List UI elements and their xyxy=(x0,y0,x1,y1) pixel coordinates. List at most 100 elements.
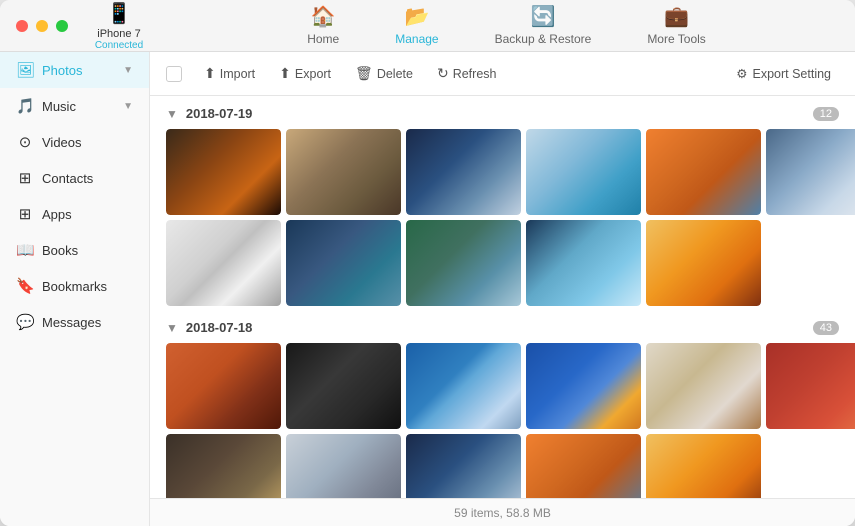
date-header-2: ▼ 2018-07-18 43 xyxy=(166,320,839,335)
export-setting-button[interactable]: ⚙ Export Setting xyxy=(728,61,839,86)
titlebar: 📱 iPhone 7 Connected 🏠 Home 📂 Manage 🔄 B… xyxy=(0,0,855,52)
date-label-2: 2018-07-18 xyxy=(186,320,253,335)
home-icon: 🏠 xyxy=(311,4,336,29)
sidebar-videos-label: Videos xyxy=(42,135,82,150)
sidebar-photos-label: Photos xyxy=(42,63,82,78)
backup-icon: 🔄 xyxy=(531,4,556,29)
tab-manage[interactable]: 📂 Manage xyxy=(367,0,466,54)
photo-thumb[interactable] xyxy=(766,343,855,429)
photo-thumb[interactable] xyxy=(646,220,761,306)
sidebar-bookmarks-label: Bookmarks xyxy=(42,279,107,294)
photo-grid-1-row1 xyxy=(166,129,839,215)
photo-thumb[interactable] xyxy=(526,434,641,498)
photo-grid-2-row2 xyxy=(166,434,839,498)
export-button[interactable]: ⬆ Export xyxy=(269,60,341,87)
chevron-down-icon-music: ▼ xyxy=(123,101,133,112)
date-label-1: 2018-07-19 xyxy=(186,106,253,121)
content-area: ⬆ Import ⬆ Export 🗑 Delete ↻ Refresh ⚙ xyxy=(150,52,855,526)
delete-label: Delete xyxy=(377,67,413,81)
sidebar-item-books[interactable]: 📖 Books xyxy=(0,232,149,268)
photos-icon: 🖼 xyxy=(16,61,34,79)
photo-thumb[interactable] xyxy=(286,220,401,306)
photo-thumb[interactable] xyxy=(646,343,761,429)
status-text: 59 items, 58.8 MB xyxy=(454,506,551,520)
export-setting-label: Export Setting xyxy=(752,67,831,81)
delete-button[interactable]: 🗑 Delete xyxy=(345,60,423,87)
tab-manage-label: Manage xyxy=(395,32,438,46)
refresh-icon: ↻ xyxy=(437,65,449,82)
sidebar-item-messages[interactable]: 💬 Messages xyxy=(0,304,149,340)
import-button[interactable]: ⬆ Import xyxy=(194,60,265,87)
photo-thumb[interactable] xyxy=(526,129,641,215)
bookmarks-icon: 🔖 xyxy=(16,277,34,295)
sidebar-item-bookmarks[interactable]: 🔖 Bookmarks xyxy=(0,268,149,304)
tab-home-label: Home xyxy=(307,32,339,46)
window-controls xyxy=(16,20,68,32)
tab-backup-label: Backup & Restore xyxy=(495,32,592,46)
sidebar-item-videos[interactable]: ⊙ Videos xyxy=(0,124,149,160)
photo-thumb[interactable] xyxy=(286,343,401,429)
nav-tabs: 🏠 Home 📂 Manage 🔄 Backup & Restore 💼 Mor… xyxy=(174,0,839,54)
videos-icon: ⊙ xyxy=(16,133,34,151)
sidebar-item-photos[interactable]: 🖼 Photos ▼ xyxy=(0,52,149,88)
select-all-checkbox[interactable] xyxy=(166,66,182,82)
photo-thumb[interactable] xyxy=(166,434,281,498)
device-info: 📱 iPhone 7 Connected xyxy=(84,1,154,51)
photo-thumb[interactable] xyxy=(286,434,401,498)
date-group-2: ▼ 2018-07-18 43 xyxy=(166,320,839,498)
sidebar-item-apps[interactable]: ⊞ Apps xyxy=(0,196,149,232)
photo-thumb[interactable] xyxy=(526,343,641,429)
tab-home[interactable]: 🏠 Home xyxy=(279,0,367,54)
photo-thumb[interactable] xyxy=(526,220,641,306)
export-label: Export xyxy=(295,67,331,81)
tab-tools[interactable]: 💼 More Tools xyxy=(619,0,733,54)
sidebar: 🖼 Photos ▼ 🎵 Music ▼ ⊙ Videos ⊞ Contacts… xyxy=(0,52,150,526)
sidebar-books-label: Books xyxy=(42,243,78,258)
photo-thumb[interactable] xyxy=(406,343,521,429)
tools-icon: 💼 xyxy=(664,4,689,29)
gear-icon: ⚙ xyxy=(736,66,747,81)
photo-grid-1-row2 xyxy=(166,220,839,306)
phone-icon: 📱 xyxy=(107,1,132,26)
sidebar-item-contacts[interactable]: ⊞ Contacts xyxy=(0,160,149,196)
photo-thumb[interactable] xyxy=(766,129,855,215)
photo-thumb[interactable] xyxy=(646,129,761,215)
toolbar: ⬆ Import ⬆ Export 🗑 Delete ↻ Refresh ⚙ xyxy=(150,52,855,96)
sidebar-apps-label: Apps xyxy=(42,207,72,222)
sidebar-messages-label: Messages xyxy=(42,315,101,330)
main-layout: 🖼 Photos ▼ 🎵 Music ▼ ⊙ Videos ⊞ Contacts… xyxy=(0,52,855,526)
maximize-button[interactable] xyxy=(56,20,68,32)
photo-thumb[interactable] xyxy=(406,129,521,215)
sidebar-item-music[interactable]: 🎵 Music ▼ xyxy=(0,88,149,124)
minimize-button[interactable] xyxy=(36,20,48,32)
device-status: Connected xyxy=(95,40,143,51)
photo-thumb[interactable] xyxy=(166,343,281,429)
count-badge-1: 12 xyxy=(813,107,839,121)
photo-thumb[interactable] xyxy=(166,220,281,306)
date-group-1: ▼ 2018-07-19 12 xyxy=(166,106,839,306)
import-icon: ⬆ xyxy=(204,65,216,82)
tab-backup[interactable]: 🔄 Backup & Restore xyxy=(467,0,620,54)
photo-thumb[interactable] xyxy=(406,220,521,306)
refresh-button[interactable]: ↻ Refresh xyxy=(427,60,507,87)
manage-icon: 📂 xyxy=(404,4,429,29)
photo-thumb[interactable] xyxy=(646,434,761,498)
collapse-arrow-1[interactable]: ▼ xyxy=(166,107,178,121)
count-badge-2: 43 xyxy=(813,321,839,335)
sidebar-contacts-label: Contacts xyxy=(42,171,93,186)
collapse-arrow-2[interactable]: ▼ xyxy=(166,321,178,335)
apps-icon: ⊞ xyxy=(16,205,34,223)
device-name: iPhone 7 xyxy=(97,28,140,40)
photo-area: ▼ 2018-07-19 12 xyxy=(150,96,855,498)
export-icon: ⬆ xyxy=(279,65,291,82)
refresh-label: Refresh xyxy=(453,67,497,81)
books-icon: 📖 xyxy=(16,241,34,259)
photo-thumb[interactable] xyxy=(166,129,281,215)
photo-thumb[interactable] xyxy=(406,434,521,498)
trash-icon: 🗑 xyxy=(355,65,373,82)
sidebar-music-label: Music xyxy=(42,99,76,114)
photo-thumb[interactable] xyxy=(286,129,401,215)
status-bar: 59 items, 58.8 MB xyxy=(150,498,855,526)
close-button[interactable] xyxy=(16,20,28,32)
chevron-down-icon: ▼ xyxy=(123,65,133,76)
